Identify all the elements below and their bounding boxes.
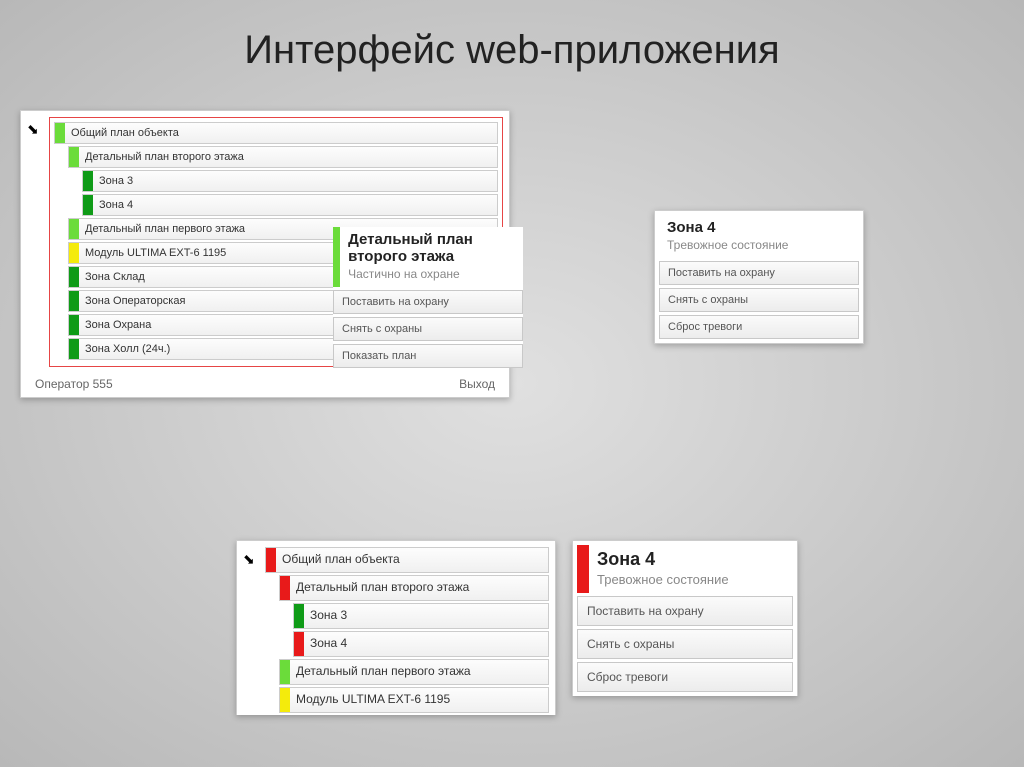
status-bar-icon [333,227,340,287]
status-bar-icon [69,243,79,263]
disarm-button[interactable]: Снять с охраны [659,288,859,312]
tree-item[interactable]: Общий план объекта [265,547,549,573]
tree-item[interactable]: Детальный план второго этажа [68,146,498,168]
disarm-button[interactable]: Снять с охраны [577,629,793,659]
status-bar-icon [280,576,290,600]
tree-panel-top: ⬊ Общий план объекта Детальный план второ… [20,110,510,398]
tree-item[interactable]: Детальный план второго этажа [279,575,549,601]
zone-title: Зона 4 [667,219,788,236]
status-bar-icon [69,267,79,287]
status-bar-icon [69,219,79,239]
zone-subtitle: Тревожное состояние [597,572,729,587]
tree-item[interactable]: Зона 3 [293,603,549,629]
reset-alarm-button[interactable]: Сброс тревоги [577,662,793,692]
tree-item-label: Детальный план второго этажа [290,576,548,600]
status-bar-icon [83,195,93,215]
reset-alarm-button[interactable]: Сброс тревоги [659,315,859,339]
tree-item-label: Детальный план второго этажа [79,147,497,167]
detail-title: Детальный план второго этажа [348,231,515,265]
tree-item-label: Зона 4 [93,195,497,215]
show-plan-button[interactable]: Показать план [333,344,523,368]
status-bar-icon [280,688,290,712]
footer-bar: Оператор 555 Выход [27,373,503,395]
tree-item-label: Зона 3 [93,171,497,191]
status-bar-icon [69,315,79,335]
tree-item-label: Общий план объекта [276,548,548,572]
operator-label: Оператор 555 [35,377,113,391]
tree-item[interactable]: Общий план объекта [54,122,498,144]
status-bar-icon [294,632,304,656]
tree-item[interactable]: Детальный план первого этажа [279,659,549,685]
detail-subtitle: Частично на охране [348,267,515,281]
zone4-panel-bottom: Зона 4 Тревожное состояние Поставить на … [572,540,798,696]
tree-item-label: Модуль ULTIMA EXT-6 1195 [290,688,548,712]
status-bar-icon [83,171,93,191]
tree-hierarchy-icon: ⬊ [243,551,255,568]
tree-item[interactable]: Зона 4 [82,194,498,216]
status-bar-icon [69,291,79,311]
zone-subtitle: Тревожное состояние [667,238,788,252]
arm-button[interactable]: Поставить на охрану [659,261,859,285]
status-bar-icon [294,604,304,628]
tree-item[interactable]: Модуль ULTIMA EXT-6 1195 [279,687,549,713]
zone4-panel-top: Зона 4 Тревожное состояние Поставить на … [654,210,864,344]
tree-item-label: Детальный план первого этажа [290,660,548,684]
status-bar-icon [280,660,290,684]
tree-item[interactable]: Зона 4 [293,631,549,657]
arm-button[interactable]: Поставить на охрану [333,290,523,314]
tree-hierarchy-icon: ⬊ [27,121,39,138]
status-bar-icon [69,339,79,359]
tree-container: Общий план объекта Детальный план второго… [265,547,549,713]
tree-item[interactable]: Зона 3 [82,170,498,192]
arm-button[interactable]: Поставить на охрану [577,596,793,626]
status-bar-icon [69,147,79,167]
exit-link[interactable]: Выход [459,377,495,391]
status-bar-icon [577,545,589,593]
tree-item-label: Общий план объекта [65,123,497,143]
tree-item-label: Зона 3 [304,604,548,628]
status-bar-icon [266,548,276,572]
detail-panel-floor2: Детальный план второго этажа Частично на… [333,227,523,368]
status-bar-icon [55,123,65,143]
tree-item-label: Зона 4 [304,632,548,656]
disarm-button[interactable]: Снять с охраны [333,317,523,341]
zone-title: Зона 4 [597,549,729,570]
tree-panel-bottom: ⬊ Общий план объекта Детальный план второ… [236,540,556,715]
slide-title: Интерфейс web-приложения [0,0,1024,91]
